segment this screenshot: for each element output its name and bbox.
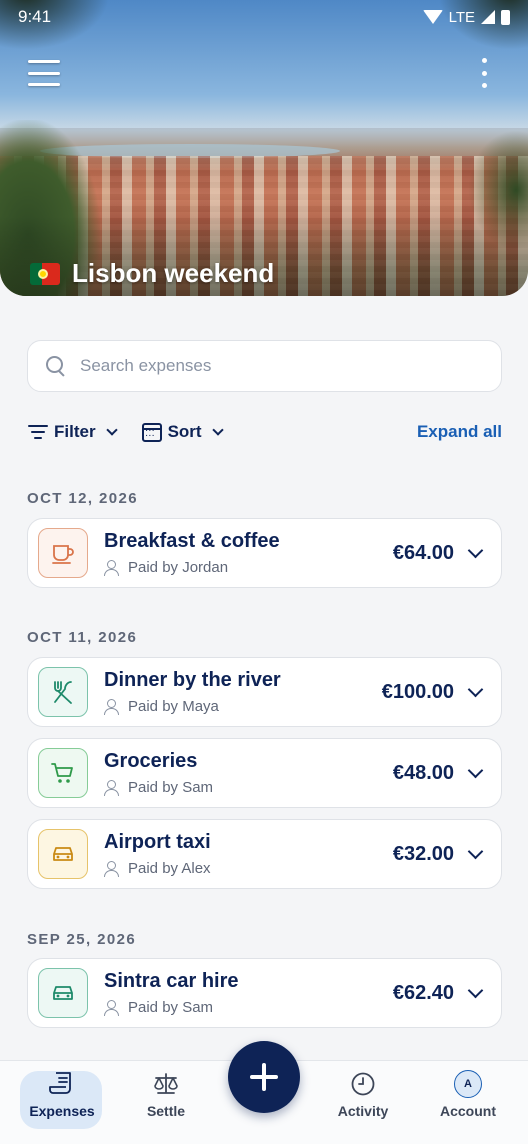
add-expense-button[interactable] <box>228 1041 300 1113</box>
date-heading: SEP 25, 2026 <box>27 931 137 948</box>
expense-title: Breakfast & coffee <box>104 530 280 552</box>
fork-knife-icon <box>38 667 88 717</box>
filter-icon <box>28 425 48 439</box>
receipt-icon <box>48 1071 76 1097</box>
expense-card[interactable]: Sintra car hire Paid by Sam €62.40 <box>27 958 502 1028</box>
coffee-cup-icon <box>38 528 88 578</box>
wifi-icon <box>422 10 443 24</box>
clock-icon <box>349 1071 377 1097</box>
trip-name: Lisbon weekend <box>72 258 275 288</box>
expense-title: Sintra car hire <box>104 970 239 992</box>
nav-expenses[interactable]: Expenses <box>20 1071 104 1129</box>
plus-icon <box>250 1063 278 1091</box>
paid-by: Paid by Alex <box>128 860 211 877</box>
paid-by: Paid by Maya <box>128 698 219 715</box>
shopping-cart-icon <box>38 748 88 798</box>
trip-title: Lisbon weekend <box>30 258 274 289</box>
filter-label: Filter <box>54 422 96 441</box>
status-time: 9:41 <box>18 7 52 26</box>
chevron-down-icon[interactable] <box>467 843 484 859</box>
more-options-icon[interactable] <box>476 58 492 88</box>
date-heading: OCT 11, 2026 <box>27 629 138 646</box>
paid-by: Paid by Sam <box>128 999 214 1016</box>
filter-button[interactable]: Filter <box>28 422 118 442</box>
expense-amount: €48.00 <box>392 761 454 784</box>
person-icon <box>104 1000 119 1016</box>
car-icon <box>38 829 88 879</box>
chevron-down-icon[interactable] <box>467 982 484 998</box>
paid-by: Paid by Jordan <box>128 559 229 576</box>
expense-card[interactable]: Airport taxi Paid by Alex €32.00 <box>27 819 502 889</box>
balance-scale-icon <box>152 1071 180 1097</box>
nav-settle-label: Settle <box>146 1103 186 1119</box>
person-icon <box>104 780 119 796</box>
nav-account-label: Account <box>440 1103 496 1119</box>
chevron-down-icon <box>211 424 224 436</box>
battery-icon <box>501 9 510 25</box>
date-heading: OCT 12, 2026 <box>27 490 139 507</box>
chevron-down-icon[interactable] <box>467 542 484 558</box>
portugal-flag-icon <box>30 262 60 285</box>
network-type: LTE <box>448 8 475 26</box>
chevron-down-icon <box>105 424 118 436</box>
nav-activity-label: Activity <box>337 1103 389 1119</box>
nav-expenses-label: Expenses <box>29 1103 95 1119</box>
expense-title: Dinner by the river <box>104 669 281 691</box>
search-input[interactable] <box>80 356 483 376</box>
person-icon <box>104 560 119 576</box>
expense-card[interactable]: Dinner by the river Paid by Maya €100.00 <box>27 657 502 727</box>
list-controls: Filter Sort Expand all <box>28 418 502 446</box>
expense-title: Airport taxi <box>104 831 211 853</box>
expense-amount: €62.40 <box>392 981 454 1004</box>
menu-icon[interactable] <box>28 60 60 86</box>
avatar: A <box>454 1070 482 1098</box>
calendar-icon <box>141 422 162 442</box>
chevron-down-icon[interactable] <box>467 762 484 778</box>
person-icon <box>104 699 119 715</box>
chevron-down-icon[interactable] <box>467 681 484 697</box>
status-bar: 9:41 LTE <box>0 0 528 34</box>
nav-activity[interactable]: Activity <box>321 1071 405 1119</box>
search-bar[interactable] <box>27 340 502 392</box>
expense-amount: €32.00 <box>392 842 454 865</box>
expense-card[interactable]: Groceries Paid by Sam €48.00 <box>27 738 502 808</box>
car-icon <box>38 968 88 1018</box>
expense-title: Groceries <box>104 750 198 772</box>
sort-label: Sort <box>167 422 202 441</box>
trip-header-image <box>0 0 528 296</box>
expense-amount: €64.00 <box>392 541 454 564</box>
person-icon <box>104 861 119 877</box>
paid-by: Paid by Sam <box>128 779 214 796</box>
expense-amount: €100.00 <box>381 680 454 703</box>
expand-all-link[interactable]: Expand all <box>417 422 502 442</box>
search-icon <box>46 356 66 376</box>
sort-button[interactable]: Sort <box>141 422 224 442</box>
nav-account[interactable]: A Account <box>426 1070 510 1119</box>
signal-icon <box>481 10 495 24</box>
expense-card[interactable]: Breakfast & coffee Paid by Jordan €64.00 <box>27 518 502 588</box>
nav-settle[interactable]: Settle <box>124 1071 208 1119</box>
